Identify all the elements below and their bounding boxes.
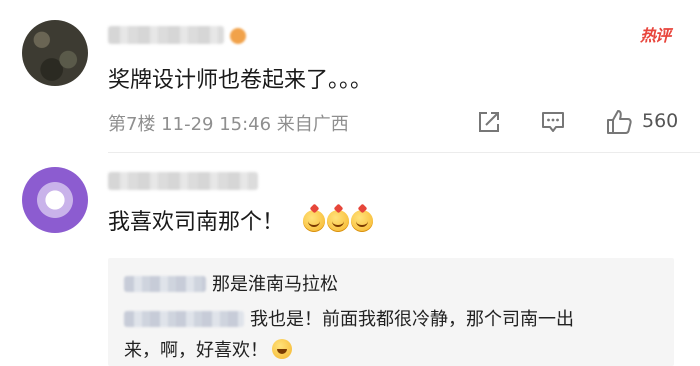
comment-text: 奖牌设计师也卷起来了。。。 (108, 68, 373, 93)
comment-text-body: 我喜欢司南那个！ (108, 210, 285, 235)
emoji-laugh-icon (272, 339, 292, 359)
thumbs-up-icon[interactable] (604, 107, 634, 137)
reply-item[interactable]: 那是淮南马拉松 (124, 270, 338, 296)
comment-item: 热评 奖牌设计师也卷起来了。。。 第7楼 11-29 15:46 来自广西 56… (0, 0, 700, 153)
emoji-heart-eyes-icon (303, 203, 326, 232)
hot-comment-badge: 热评 (639, 26, 671, 45)
replies-box[interactable]: 那是淮南马拉松 我也是！前面我都很冷静，那个司南一出 来，啊，好喜欢！ (108, 258, 674, 366)
avatar[interactable] (22, 167, 88, 233)
comment-meta: 第7楼 11-29 15:46 来自广西 (108, 114, 349, 135)
reply-text: 那是淮南马拉松 (212, 274, 338, 295)
reply-text-cont: 来，啊，好喜欢！ (124, 340, 268, 361)
reply-username-blurred[interactable] (124, 276, 206, 292)
user-badge-icon (230, 28, 246, 44)
emoji-heart-eyes-icon (351, 203, 374, 232)
avatar[interactable] (22, 20, 88, 86)
emoji-heart-eyes-icon (327, 203, 350, 232)
reply-item[interactable]: 我也是！前面我都很冷静，那个司南一出 来，啊，好喜欢！ (124, 304, 574, 366)
share-icon[interactable] (476, 109, 502, 135)
reply-username-blurred[interactable] (124, 311, 244, 327)
username-blurred[interactable] (108, 26, 224, 44)
comment-icon[interactable] (540, 109, 566, 135)
comment-text: 我喜欢司南那个！ (108, 203, 374, 236)
username-blurred[interactable] (108, 172, 258, 190)
reply-text: 我也是！前面我都很冷静，那个司南一出 (250, 309, 574, 330)
like-count: 560 (642, 110, 679, 132)
